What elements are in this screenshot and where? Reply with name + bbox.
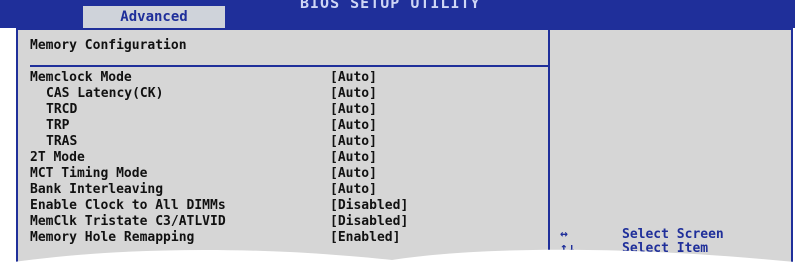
page-curl-edge (0, 249, 795, 279)
tab-advanced[interactable]: Advanced (83, 6, 225, 28)
setting-value[interactable]: [Auto] (330, 134, 377, 150)
setting-value[interactable]: [Auto] (330, 118, 377, 134)
setting-value[interactable]: [Auto] (330, 166, 377, 182)
setting-row[interactable]: MCT Timing Mode [Auto] (18, 166, 548, 182)
bios-header-bar: BIOS SETUP UTILITY Advanced (0, 0, 795, 28)
setting-label: 2T Mode (30, 150, 85, 165)
setting-value[interactable]: [Auto] (330, 86, 377, 102)
help-item-select-screen: ↔ Select Screen (550, 228, 790, 242)
setting-row[interactable]: TRAS [Auto] (18, 134, 548, 150)
help-panel: ↔ Select Screen ↑↓ Select Item (548, 28, 793, 279)
setting-value[interactable]: [Auto] (330, 150, 377, 166)
setting-label: MemClk Tristate C3/ATLVID (30, 214, 226, 229)
left-right-arrow-icon: ↔ (560, 227, 568, 242)
section-divider (30, 65, 550, 67)
setting-row[interactable]: Bank Interleaving [Auto] (18, 182, 548, 198)
setting-row[interactable]: TRCD [Auto] (18, 102, 548, 118)
section-title: Memory Configuration (30, 38, 187, 53)
setting-value[interactable]: [Disabled] (330, 198, 408, 214)
setting-label: TRP (46, 118, 70, 133)
setting-label: TRCD (46, 102, 78, 117)
bios-title: BIOS SETUP UTILITY (300, 0, 481, 12)
setting-label: Memclock Mode (30, 70, 132, 85)
setting-row[interactable]: Memclock Mode [Auto] (18, 70, 548, 86)
settings-panel: Memory Configuration Memclock Mode [Auto]… (16, 28, 550, 279)
setting-value[interactable]: [Disabled] (330, 214, 408, 230)
setting-row[interactable]: TRP [Auto] (18, 118, 548, 134)
setting-label: CAS Latency(CK) (46, 86, 164, 101)
setting-label: Enable Clock to All DIMMs (30, 198, 226, 213)
setting-value[interactable]: [Auto] (330, 102, 377, 118)
setting-value[interactable]: [Auto] (330, 70, 377, 86)
setting-row[interactable]: 2T Mode [Auto] (18, 150, 548, 166)
settings-list: Memclock Mode [Auto] CAS Latency(CK) [Auto]… (18, 70, 548, 246)
setting-label: MCT Timing Mode (30, 166, 148, 181)
help-text: Select Screen (622, 227, 724, 242)
setting-label: TRAS (46, 134, 78, 149)
setting-row[interactable]: MemClk Tristate C3/ATLVID [Disabled] (18, 214, 548, 230)
setting-value[interactable]: [Auto] (330, 182, 377, 198)
setting-row[interactable]: Enable Clock to All DIMMs [Disabled] (18, 198, 548, 214)
setting-label: Bank Interleaving (30, 182, 164, 197)
setting-row[interactable]: CAS Latency(CK) [Auto] (18, 86, 548, 102)
